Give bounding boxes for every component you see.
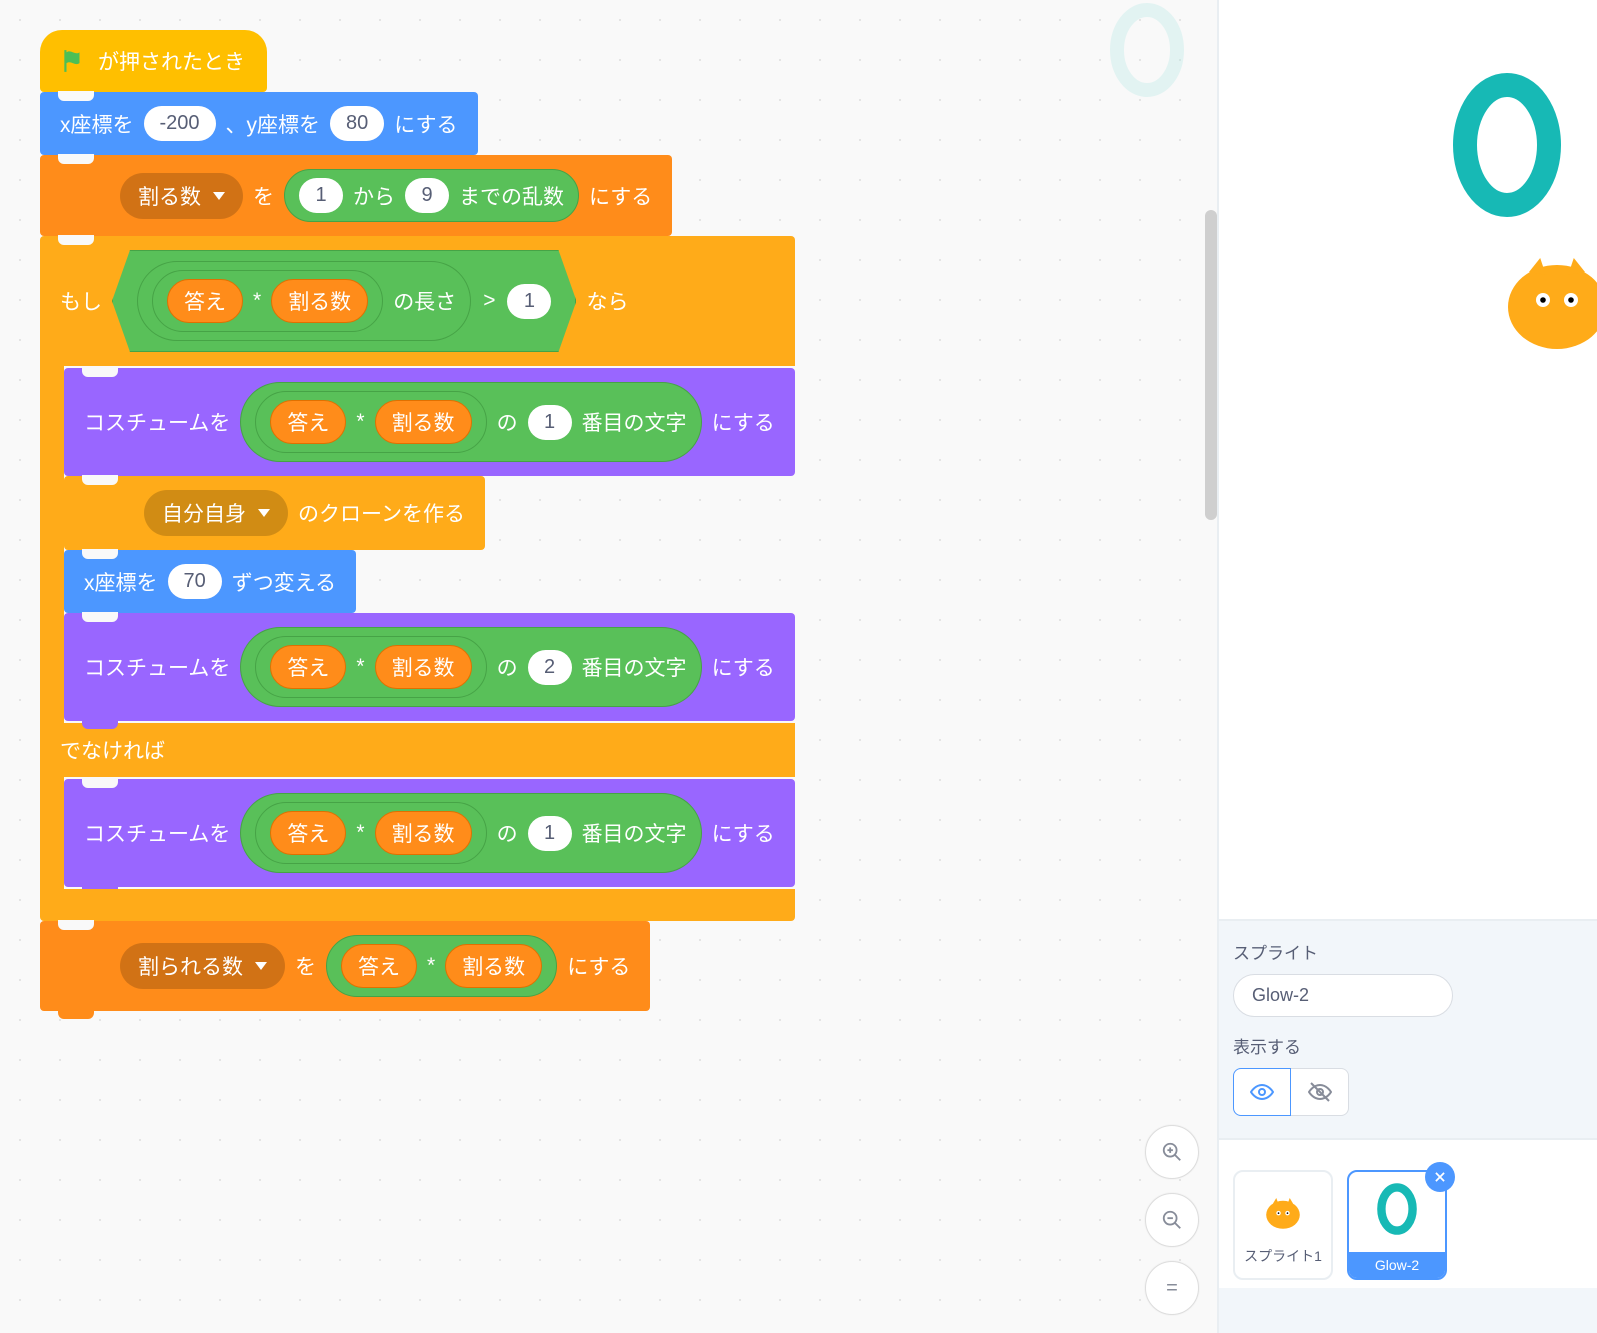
block-switch-costume-else[interactable]: コスチュームを 答え * 割る数 の 1 番目の文字 にする (64, 779, 795, 887)
reporter-length-of[interactable]: 答え * 割る数 の長さ (137, 261, 471, 341)
hide-button[interactable] (1291, 1068, 1349, 1116)
input-compare-1[interactable]: 1 (507, 284, 551, 319)
sprite-name-input[interactable]: Glow-2 (1233, 974, 1453, 1017)
input-change-x[interactable]: 70 (168, 564, 222, 599)
dropdown-clone-target[interactable]: 自分自身 (144, 490, 288, 536)
delete-sprite-button[interactable] (1425, 1162, 1455, 1192)
reporter-multiply-c2[interactable]: 答え * 割る数 (255, 636, 486, 698)
var-divisor[interactable]: 割る数 (271, 279, 368, 323)
sprite-list: スプライト1 Glow-2 (1219, 1138, 1597, 1288)
block-set-variable-dividend[interactable]: 割られる数 を 答え * 割る数 にする (40, 921, 650, 1011)
block-stack[interactable]: が押されたとき x座標を -200 、y座標を 80 にする 割る数 を 1 か… (40, 30, 1177, 1011)
vertical-scrollbar[interactable] (1205, 210, 1217, 520)
green-flag-icon (60, 47, 86, 75)
reporter-multiply-dividend[interactable]: 答え * 割る数 (326, 935, 557, 997)
block-change-x[interactable]: x座標を 70 ずつ変える (64, 550, 356, 613)
show-button[interactable] (1233, 1068, 1291, 1116)
hat-when-flag-clicked[interactable]: が押されたとき (40, 30, 267, 92)
hat-label: が押されたとき (98, 46, 245, 76)
sprite-tile-1[interactable]: スプライト1 (1233, 1170, 1333, 1280)
block-else-label: でなければ (40, 723, 795, 777)
cat-icon (1255, 1184, 1311, 1240)
sprite-label: スプライト (1233, 939, 1583, 964)
code-workspace[interactable]: が押されたとき x座標を -200 、y座標を 80 にする 割る数 を 1 か… (0, 0, 1217, 1333)
sprite-tile-glow[interactable]: Glow-2 (1347, 1170, 1447, 1280)
input-rand-from[interactable]: 1 (299, 178, 343, 213)
zoom-out-button[interactable] (1145, 1193, 1199, 1247)
chevron-down-icon (213, 192, 225, 200)
input-y[interactable]: 80 (330, 106, 384, 141)
block-goto-xy[interactable]: x座標を -200 、y座標を 80 にする (40, 92, 478, 155)
boolean-gt[interactable]: 答え * 割る数 の長さ > 1 (112, 250, 576, 352)
reporter-multiply-else[interactable]: 答え * 割る数 (255, 802, 486, 864)
input-x[interactable]: -200 (144, 106, 216, 141)
dropdown-divisor[interactable]: 割る数 (120, 173, 243, 219)
right-panel: スプライト Glow-2 表示する スプライト1 (1217, 0, 1597, 1333)
glow-icon (1373, 1172, 1421, 1246)
block-switch-costume-2[interactable]: コスチュームを 答え * 割る数 の 2 番目の文字 にする (64, 613, 795, 721)
stage-sprite-cat (1487, 230, 1597, 375)
input-rand-to[interactable]: 9 (405, 178, 449, 213)
zoom-reset-button[interactable]: = (1145, 1261, 1199, 1315)
dropdown-dividend[interactable]: 割られる数 (120, 943, 285, 989)
reporter-multiply[interactable]: 答え * 割る数 (152, 270, 383, 332)
sprite-info-panel: スプライト Glow-2 表示する スプライト1 (1219, 919, 1597, 1333)
sprite-tile-label: Glow-2 (1349, 1252, 1445, 1278)
zoom-controls: = (1145, 1125, 1199, 1315)
reporter-letter-of-1[interactable]: 答え * 割る数 の 1 番目の文字 (240, 382, 701, 462)
block-create-clone[interactable]: 自分自身 のクローンを作る (64, 476, 485, 550)
visibility-label: 表示する (1233, 1033, 1583, 1058)
chevron-down-icon (258, 509, 270, 517)
reporter-multiply-c1[interactable]: 答え * 割る数 (255, 391, 486, 453)
block-switch-costume-1[interactable]: コスチュームを 答え * 割る数 の 1 番目の文字 にする (64, 368, 795, 476)
reporter-letter-of-else[interactable]: 答え * 割る数 の 1 番目の文字 (240, 793, 701, 873)
block-if-else[interactable]: もし 答え * 割る数 の長さ > 1 なら (40, 236, 795, 921)
sprite-tile-label: スプライト1 (1244, 1246, 1322, 1266)
visibility-toggle (1233, 1068, 1583, 1116)
input-letter-idx-2[interactable]: 2 (528, 650, 572, 685)
stage-sprite-glow (1447, 70, 1567, 220)
chevron-down-icon (255, 962, 267, 970)
var-answer[interactable]: 答え (167, 279, 243, 323)
reporter-letter-of-2[interactable]: 答え * 割る数 の 2 番目の文字 (240, 627, 701, 707)
input-letter-idx-1[interactable]: 1 (528, 405, 572, 440)
reporter-random[interactable]: 1 から 9 までの乱数 (284, 169, 579, 222)
zoom-in-button[interactable] (1145, 1125, 1199, 1179)
stage[interactable] (1219, 0, 1597, 919)
input-letter-idx-else[interactable]: 1 (528, 816, 572, 851)
block-set-variable-divisor[interactable]: 割る数 を 1 から 9 までの乱数 にする (40, 155, 672, 236)
